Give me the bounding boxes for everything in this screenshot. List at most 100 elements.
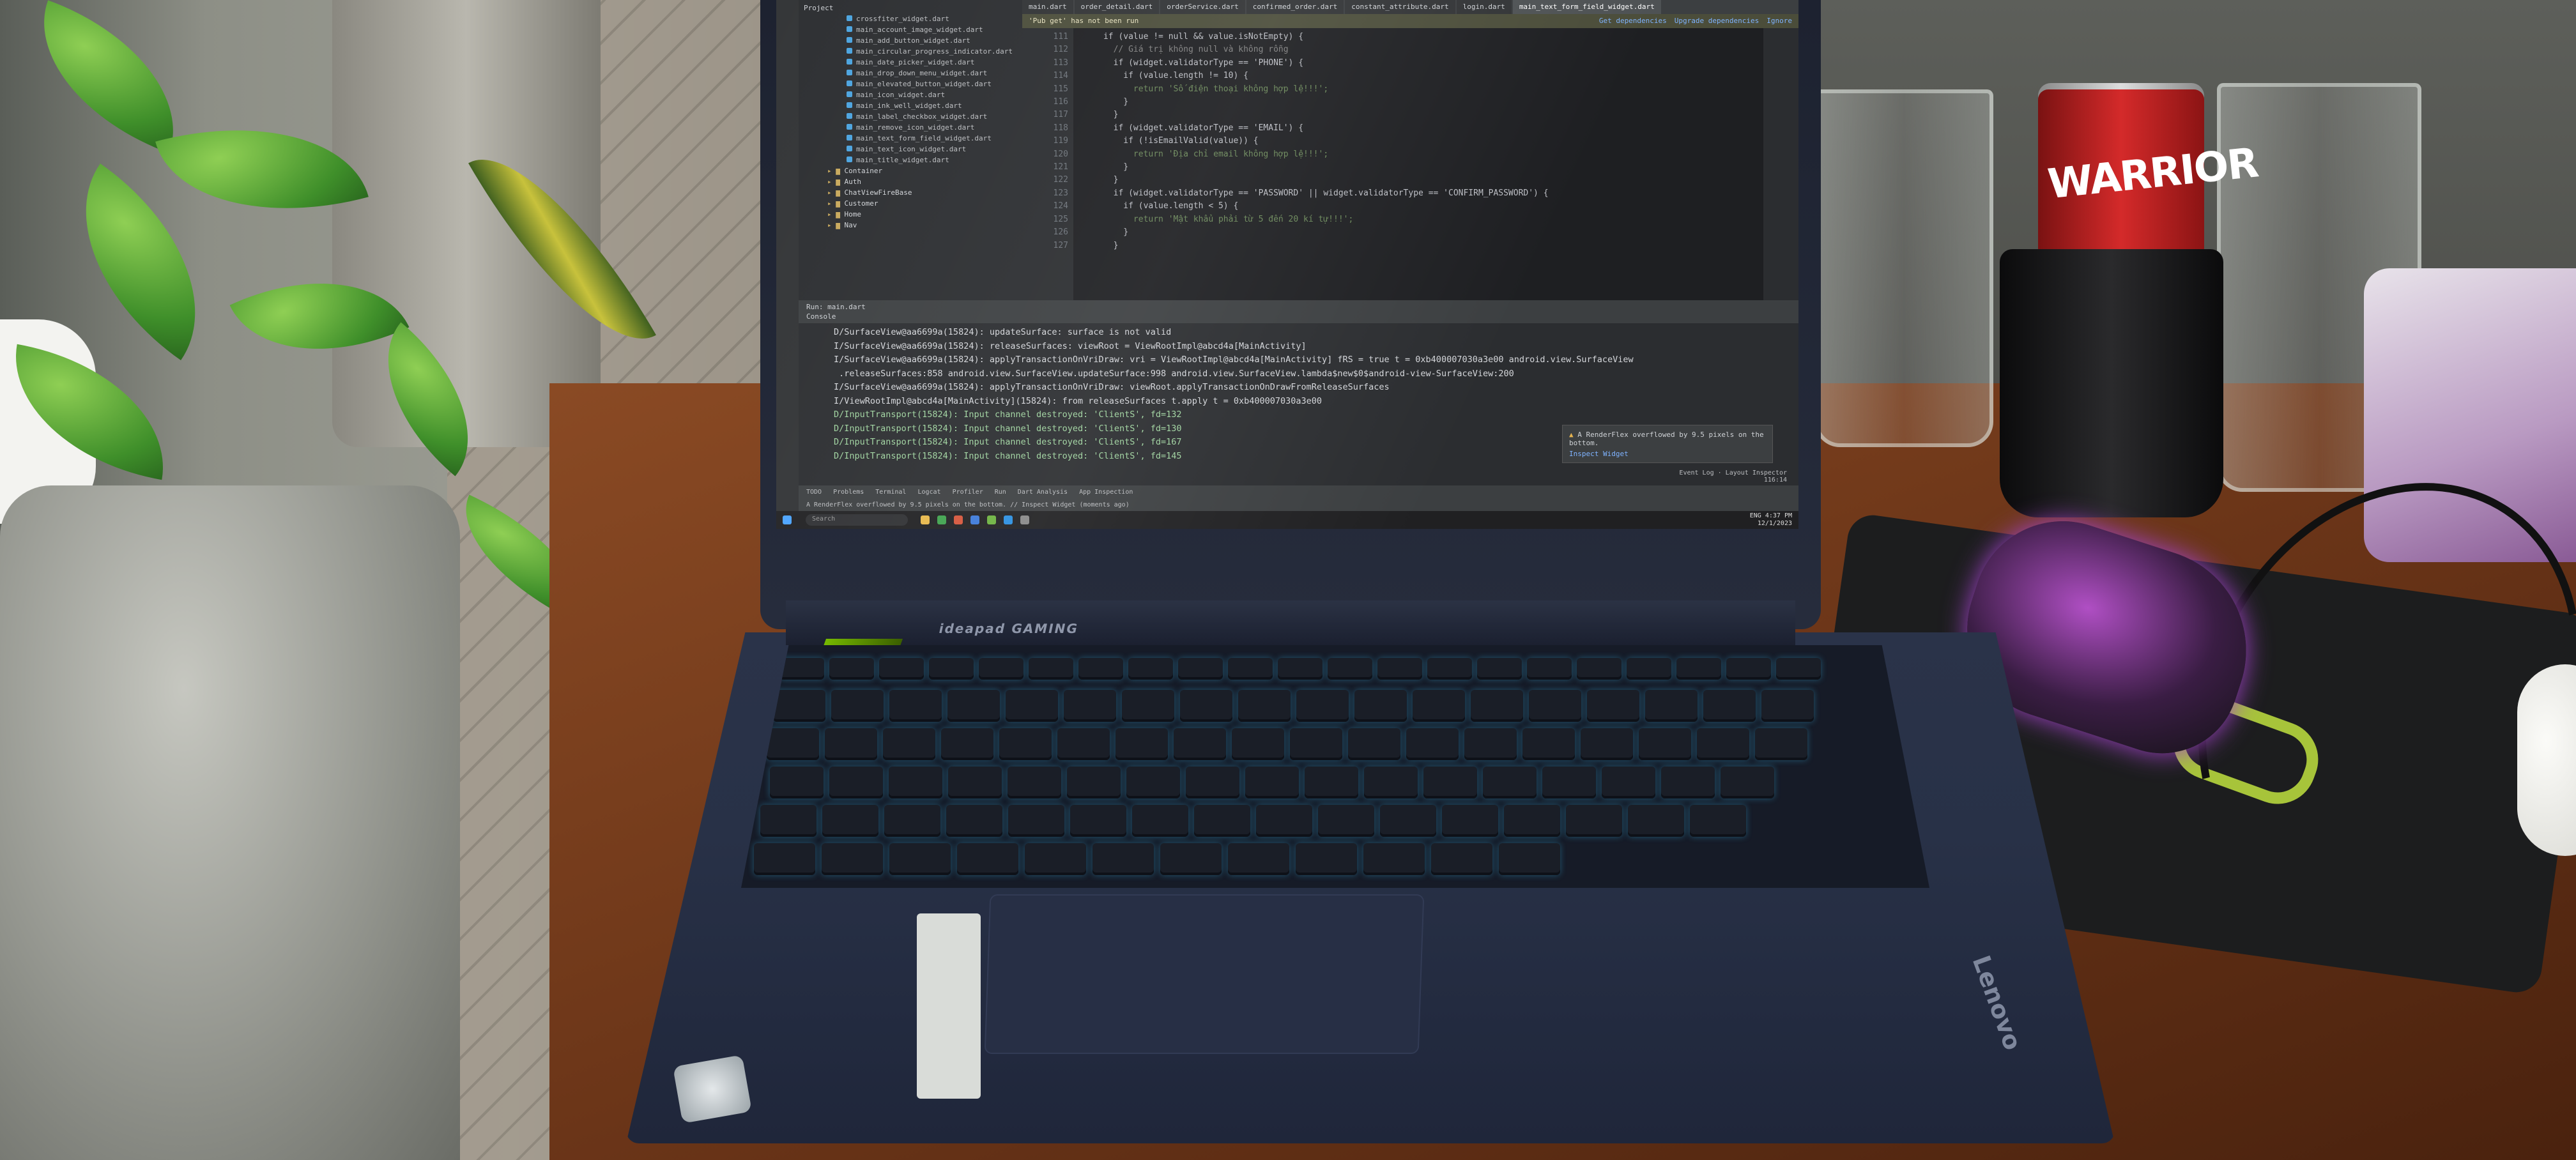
keyboard-key[interactable] <box>1726 658 1771 680</box>
console-tab[interactable]: Console <box>806 312 1791 321</box>
keyboard-key[interactable] <box>1776 658 1821 680</box>
keyboard-key[interactable] <box>1092 843 1154 875</box>
keyboard-key[interactable] <box>825 728 877 760</box>
code-line[interactable]: if (widget.validatorType == 'PHONE') { <box>1073 57 1763 70</box>
bottom-tab[interactable]: Problems <box>833 489 864 496</box>
project-folder-item[interactable]: ChatViewFireBase <box>799 187 1022 198</box>
keyboard-key[interactable] <box>1755 728 1807 760</box>
keyboard-key[interactable] <box>1499 843 1560 875</box>
keyboard-key[interactable] <box>1522 728 1575 760</box>
bottom-tab[interactable]: Terminal <box>875 489 906 496</box>
keyboard-key[interactable] <box>1761 690 1814 722</box>
keyboard-key[interactable] <box>879 658 924 680</box>
code-line[interactable]: if (value.length < 5) { <box>1073 200 1763 213</box>
keyboard-key[interactable] <box>1116 728 1168 760</box>
project-file-item[interactable]: main_add_button_widget.dart <box>799 35 1022 46</box>
keyboard-key[interactable] <box>822 805 878 837</box>
keyboard-key[interactable] <box>1029 658 1073 680</box>
keyboard-key[interactable] <box>760 805 816 837</box>
project-panel-header[interactable]: Project <box>799 3 1022 13</box>
keyboard-key[interactable] <box>1128 658 1173 680</box>
code-line[interactable]: if (value != null && value.isNotEmpty) { <box>1073 31 1763 43</box>
keyboard-key[interactable] <box>1296 843 1357 875</box>
project-file-item[interactable]: main_title_widget.dart <box>799 155 1022 165</box>
vscode-icon[interactable] <box>1004 515 1013 524</box>
keyboard-key[interactable] <box>1690 805 1746 837</box>
tool-window-strip[interactable] <box>776 0 799 511</box>
project-file-item[interactable]: main_elevated_button_widget.dart <box>799 79 1022 89</box>
browser-icon[interactable] <box>954 515 963 524</box>
keyboard-key[interactable] <box>889 690 942 722</box>
run-config-tab[interactable]: main.dart <box>827 303 866 311</box>
code-line[interactable]: } <box>1073 174 1763 187</box>
code-line[interactable]: return 'Địa chỉ email không hợp lệ!!!'; <box>1073 148 1763 161</box>
keyboard-key[interactable] <box>1180 690 1232 722</box>
keyboard-key[interactable] <box>1057 728 1110 760</box>
project-folder-item[interactable]: Home <box>799 209 1022 220</box>
keyboard-key[interactable] <box>1232 728 1284 760</box>
code-line[interactable]: } <box>1073 96 1763 109</box>
editor-tab[interactable]: main.dart <box>1022 0 1073 14</box>
keyboard-key[interactable] <box>1067 767 1121 798</box>
keyboard-key[interactable] <box>1477 658 1522 680</box>
keyboard-key[interactable] <box>1238 690 1291 722</box>
keyboard-key[interactable] <box>1228 658 1273 680</box>
event-log-link[interactable]: Event Log <box>1679 469 1713 477</box>
keyboard-key[interactable] <box>1529 690 1581 722</box>
keyboard-key[interactable] <box>1025 843 1086 875</box>
keyboard-key[interactable] <box>957 843 1018 875</box>
keyboard-key[interactable] <box>829 767 883 798</box>
bottom-tab[interactable]: App Inspection <box>1079 489 1133 496</box>
bottom-tab[interactable]: Profiler <box>953 489 983 496</box>
editor-tab[interactable]: order_detail.dart <box>1074 0 1160 14</box>
keyboard-key[interactable] <box>1377 658 1422 680</box>
keyboard-key[interactable] <box>1645 690 1698 722</box>
keyboard-key[interactable] <box>889 843 951 875</box>
bottom-tab[interactable]: TODO <box>806 489 822 496</box>
project-folder-item[interactable]: Auth <box>799 176 1022 187</box>
editor-tab[interactable]: confirmed_order.dart <box>1246 0 1344 14</box>
keyboard-key[interactable] <box>1661 767 1715 798</box>
banner-link[interactable]: Upgrade dependencies <box>1675 17 1759 25</box>
keyboard-key[interactable] <box>1008 767 1061 798</box>
keyboard-key[interactable] <box>1078 658 1123 680</box>
keyboard-key[interactable] <box>767 728 819 760</box>
keyboard-key[interactable] <box>1442 805 1498 837</box>
editor-tab[interactable]: orderService.dart <box>1160 0 1245 14</box>
project-file-item[interactable]: main_circular_progress_indicator.dart <box>799 46 1022 57</box>
keyboard-key[interactable] <box>947 690 1000 722</box>
keyboard-key[interactable] <box>889 767 942 798</box>
project-file-item[interactable]: main_icon_widget.dart <box>799 89 1022 100</box>
keyboard-key[interactable] <box>1178 658 1223 680</box>
keyboard-key[interactable] <box>1186 767 1239 798</box>
keyboard-key[interactable] <box>1006 690 1058 722</box>
keyboard-key[interactable] <box>1464 728 1517 760</box>
keyboard-key[interactable] <box>1413 690 1465 722</box>
windows-start-icon[interactable] <box>783 515 792 524</box>
keyboard-key[interactable] <box>1423 767 1477 798</box>
keyboard-key[interactable] <box>831 690 884 722</box>
keyboard-key[interactable] <box>822 843 883 875</box>
file-explorer-icon[interactable] <box>921 515 930 524</box>
project-file-item[interactable]: main_drop_down_menu_widget.dart <box>799 68 1022 79</box>
android-studio-icon[interactable] <box>987 515 996 524</box>
bottom-tab[interactable]: Logcat <box>917 489 940 496</box>
keyboard-key[interactable] <box>1471 690 1523 722</box>
bottom-tab[interactable]: Dart Analysis <box>1018 489 1068 496</box>
keyboard-key[interactable] <box>1064 690 1116 722</box>
taskbar-search[interactable]: Search <box>806 514 908 526</box>
project-folder-item[interactable]: Nav <box>799 220 1022 231</box>
keyboard-key[interactable] <box>1256 805 1312 837</box>
keyboard-key[interactable] <box>1527 658 1572 680</box>
keyboard-key[interactable] <box>929 658 974 680</box>
code-line[interactable]: return 'Mật khẩu phải từ 5 đến 20 kí tự!… <box>1073 213 1763 226</box>
keyboard-key[interactable] <box>1581 728 1633 760</box>
keyboard-key[interactable] <box>1587 690 1639 722</box>
keyboard-key[interactable] <box>1132 805 1188 837</box>
project-folder-item[interactable]: Container <box>799 165 1022 176</box>
keyboard-key[interactable] <box>1380 805 1436 837</box>
editor-tab[interactable]: constant_attribute.dart <box>1345 0 1455 14</box>
code-line[interactable]: if (widget.validatorType == 'EMAIL') { <box>1073 122 1763 135</box>
keyboard-key[interactable] <box>1160 843 1222 875</box>
keyboard-key[interactable] <box>1305 767 1358 798</box>
